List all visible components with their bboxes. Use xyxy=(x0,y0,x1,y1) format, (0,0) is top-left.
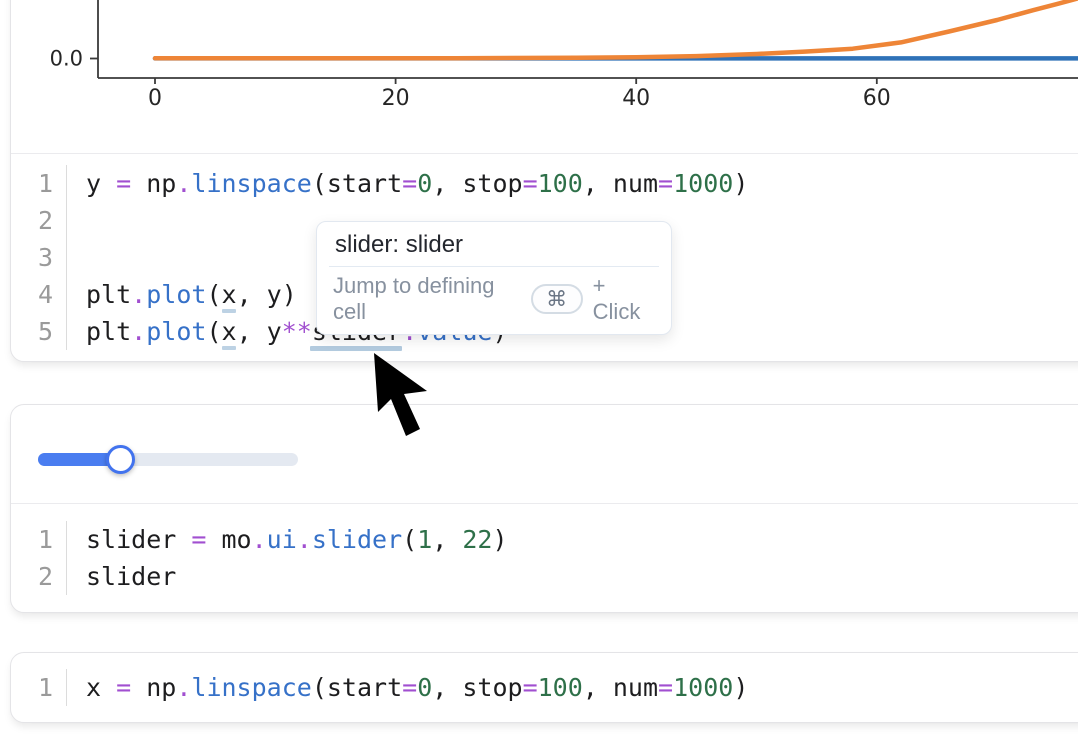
line-number: 1 xyxy=(11,669,66,706)
code-token: , stop xyxy=(432,169,522,198)
code-token: 100 xyxy=(538,169,583,198)
code-token: 0 xyxy=(417,169,432,198)
code-token: plt xyxy=(86,280,131,309)
code-token: np xyxy=(131,673,176,702)
code-token: slider xyxy=(86,525,191,554)
code-token: . xyxy=(176,169,191,198)
series-line-orange xyxy=(155,0,1078,58)
code-token: . xyxy=(131,317,146,346)
code-token: 1000 xyxy=(673,673,733,702)
line-number: 3 xyxy=(11,239,66,276)
x-tick-label: 20 xyxy=(382,86,410,111)
code-token: ) xyxy=(492,525,507,554)
line-number: 5 xyxy=(11,313,66,350)
code-token: = xyxy=(523,673,538,702)
command-key-badge: ⌘ xyxy=(531,284,583,314)
code-token: , y xyxy=(237,317,282,346)
code-token: . xyxy=(297,525,312,554)
code-editor[interactable]: 1slider = mo.ui.slider(1, 22)2slider xyxy=(11,504,1078,612)
code-token: plt xyxy=(86,317,131,346)
code-token: , num xyxy=(583,169,658,198)
code-token: x xyxy=(222,280,237,309)
tooltip-title: slider: slider xyxy=(317,222,671,266)
code-token: , stop xyxy=(432,673,522,702)
code-line[interactable]: 2 slider xyxy=(11,558,1078,595)
line-number: 1 xyxy=(11,521,66,558)
code-token: y xyxy=(86,169,116,198)
code-token: = xyxy=(523,169,538,198)
code-token: plot xyxy=(146,317,206,346)
code-token: ( xyxy=(206,317,221,346)
code-token: . xyxy=(131,280,146,309)
code-token: , y) xyxy=(237,280,297,309)
slider-widget[interactable] xyxy=(38,453,298,466)
tooltip-action-label: Jump to defining cell xyxy=(333,273,521,325)
line-number: 4 xyxy=(11,276,66,313)
code-token: = xyxy=(402,673,417,702)
code-token: = xyxy=(658,673,673,702)
matplotlib-figure: 0.0 0 20 40 60 xyxy=(11,0,1078,153)
code-token: ) xyxy=(733,169,748,198)
code-token: ( xyxy=(402,525,417,554)
code-editor[interactable]: 1x = np.linspace(start=0, stop=100, num=… xyxy=(11,653,1078,722)
slider-output xyxy=(11,405,1078,503)
tooltip-action-row: Jump to defining cell ⌘ + Click xyxy=(317,267,671,334)
slider-thumb[interactable] xyxy=(106,445,135,474)
code-token: = xyxy=(116,169,131,198)
code-line[interactable]: 1y = np.linspace(start=0, stop=100, num=… xyxy=(11,165,1078,202)
cell-slider: 1slider = mo.ui.slider(1, 22)2slider xyxy=(10,404,1078,613)
code-token: 0 xyxy=(417,673,432,702)
code-token: linspace xyxy=(191,673,311,702)
code-token: = xyxy=(191,525,206,554)
code-token: x xyxy=(222,317,237,346)
cell-x: 1x = np.linspace(start=0, stop=100, num=… xyxy=(10,652,1078,723)
code-token: , num xyxy=(583,673,658,702)
x-tick-label: 40 xyxy=(622,86,650,111)
code-token: slider xyxy=(86,562,176,591)
code-token: ( xyxy=(206,280,221,309)
variable-tooltip: slider: slider Jump to defining cell ⌘ +… xyxy=(316,221,672,335)
code-token: (start xyxy=(312,169,402,198)
code-token: slider xyxy=(312,525,402,554)
code-line-content[interactable]: x = np.linspace(start=0, stop=100, num=1… xyxy=(66,669,1078,706)
slider-track[interactable] xyxy=(38,453,298,466)
code-token: . xyxy=(252,525,267,554)
code-token: x xyxy=(86,673,116,702)
code-token: , xyxy=(432,525,462,554)
code-token: ui xyxy=(267,525,297,554)
code-token: linspace xyxy=(191,169,311,198)
line-number: 2 xyxy=(11,558,66,595)
code-line-content[interactable]: slider = mo.ui.slider(1, 22) xyxy=(66,521,1078,558)
y-tick-label: 0.0 xyxy=(50,47,83,71)
code-token: (start xyxy=(312,673,402,702)
code-token: 100 xyxy=(538,673,583,702)
code-line[interactable]: 1x = np.linspace(start=0, stop=100, num=… xyxy=(11,669,1078,706)
code-token: = xyxy=(402,169,417,198)
code-line-content[interactable]: y = np.linspace(start=0, stop=100, num=1… xyxy=(66,165,1078,202)
code-token: . xyxy=(176,673,191,702)
code-token: ) xyxy=(733,673,748,702)
code-token: 22 xyxy=(462,525,492,554)
code-token: 1000 xyxy=(673,169,733,198)
code-token: mo xyxy=(206,525,251,554)
code-token: plot xyxy=(146,280,206,309)
x-tick-label: 60 xyxy=(863,86,891,111)
code-token: = xyxy=(116,673,131,702)
line-number: 1 xyxy=(11,165,66,202)
code-line-content[interactable]: slider xyxy=(66,558,1078,595)
tooltip-click-hint: + Click xyxy=(593,273,655,325)
mouse-cursor xyxy=(372,350,432,440)
code-token: = xyxy=(658,169,673,198)
x-tick-label: 0 xyxy=(148,86,162,111)
code-token: ** xyxy=(282,317,312,346)
code-token: 1 xyxy=(417,525,432,554)
plot-output: 0.0 0 20 40 60 xyxy=(11,0,1078,153)
code-line[interactable]: 1slider = mo.ui.slider(1, 22) xyxy=(11,521,1078,558)
line-number: 2 xyxy=(11,202,66,239)
code-token: np xyxy=(131,169,176,198)
